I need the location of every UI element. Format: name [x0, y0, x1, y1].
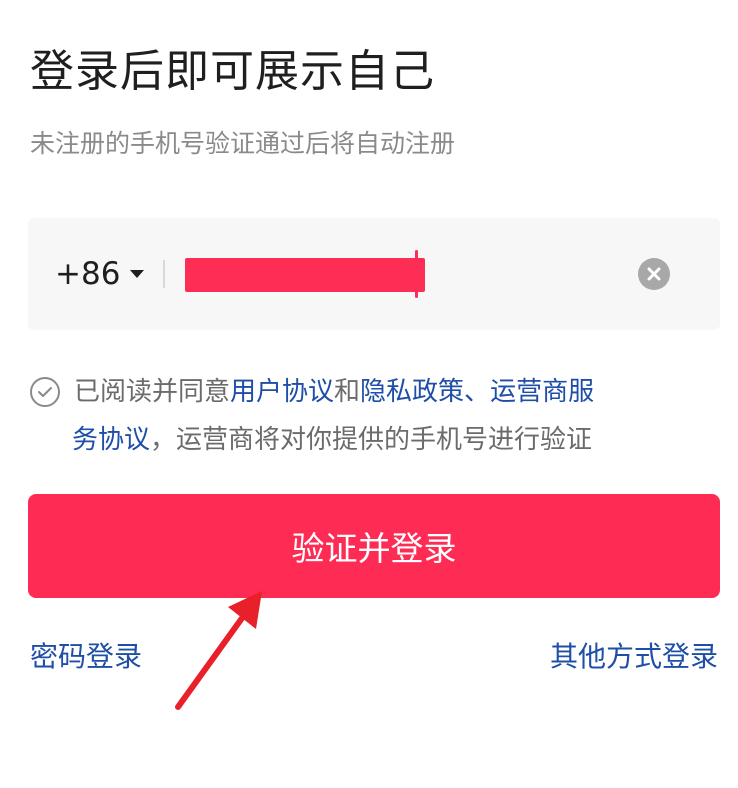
other-login-link[interactable]: 其他方式登录 — [550, 637, 718, 677]
country-code-selector[interactable]: +86 — [55, 254, 145, 294]
arrow-annotation-icon — [175, 591, 262, 710]
verify-login-button[interactable]: 验证并登录 — [28, 494, 720, 598]
text-cursor — [415, 250, 418, 298]
agreement-text: 已阅读并同意 用户协议 和 隐私政策、 运营商服 务协议，运营商将对你提供的手机… — [30, 368, 720, 464]
agreement-and: 和 — [334, 377, 361, 407]
agreement-suffix: ，运营商将对你提供的手机号进行验证 — [150, 425, 593, 455]
carrier-service-link-part1[interactable]: 运营商服 — [490, 368, 594, 416]
carrier-service-link-part2[interactable]: 务协议 — [72, 425, 150, 455]
check-icon[interactable] — [30, 377, 60, 407]
agreement-prefix: 已阅读并同意 — [74, 377, 231, 407]
page-title: 登录后即可展示自己 — [30, 46, 435, 97]
user-agreement-link[interactable]: 用户协议 — [230, 368, 334, 416]
page-subtitle: 未注册的手机号验证通过后将自动注册 — [30, 129, 456, 158]
country-code-label: +86 — [55, 256, 121, 292]
divider — [163, 260, 165, 288]
caret-down-icon — [130, 270, 145, 278]
phone-number-field[interactable] — [185, 258, 425, 292]
privacy-policy-link[interactable]: 隐私政策、 — [360, 368, 490, 416]
clear-icon[interactable] — [638, 258, 670, 290]
password-login-link[interactable]: 密码登录 — [30, 637, 142, 677]
phone-input-box: +86 — [28, 218, 720, 330]
